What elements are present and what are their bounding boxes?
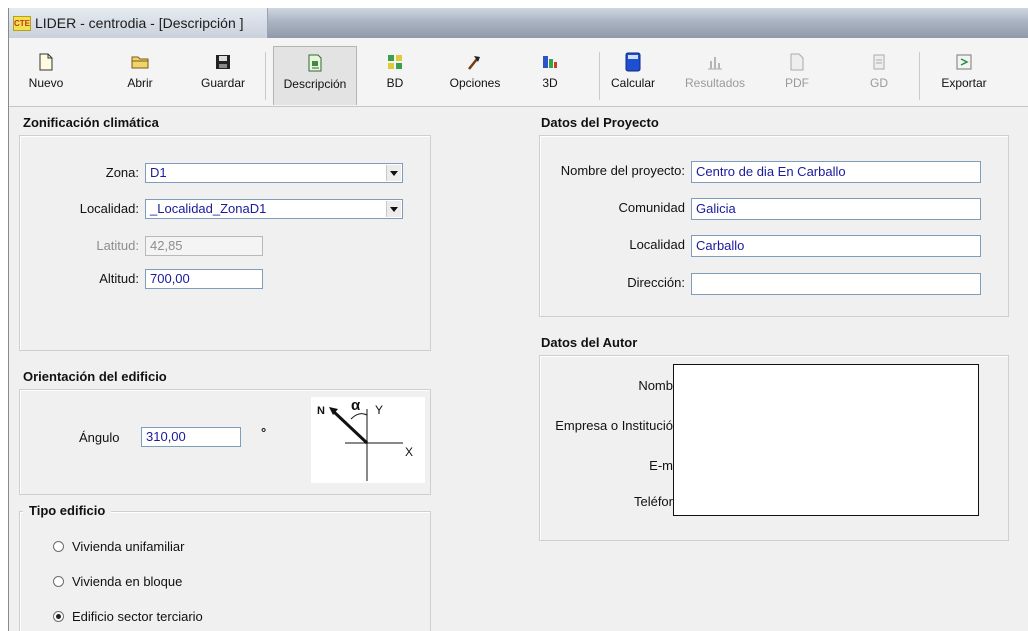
address-label: Dirección: — [627, 275, 685, 290]
calculate-button[interactable]: Calcular — [607, 50, 659, 102]
zone-value: D1 — [150, 165, 167, 180]
title-bar: CTE LIDER - centrodia - [Descripción ] — [9, 8, 1028, 38]
floppy-disk-icon — [195, 50, 251, 74]
description-form: Zonificación climática Zona: D1 Localida… — [9, 107, 1028, 631]
zone-select[interactable]: D1 — [145, 163, 403, 183]
database-label: BD — [386, 76, 404, 90]
altitude-field[interactable]: 700,00 — [145, 269, 263, 289]
orientation-diagram: N α Y X — [311, 397, 425, 483]
radio-button[interactable] — [53, 575, 64, 587]
results-chart-icon — [685, 50, 745, 74]
radio-label: Vivienda en bloque — [72, 573, 183, 589]
new-file-icon — [25, 50, 67, 74]
building-type-title: Tipo edificio — [23, 503, 112, 518]
results-button[interactable]: Resultados — [685, 50, 745, 102]
chevron-down-icon[interactable] — [386, 201, 401, 217]
toolbar-separator — [265, 52, 266, 100]
calculate-label: Calcular — [610, 76, 655, 90]
radio-label: Vivienda unifamiliar — [72, 538, 185, 554]
locality-value: _Localidad_ZonaD1 — [150, 201, 267, 216]
chevron-down-icon[interactable] — [386, 165, 401, 181]
alpha-label: α — [351, 397, 361, 414]
application-window: CTE LIDER - centrodia - [Descripción ] N… — [8, 8, 1028, 631]
open-button[interactable]: Abrir — [119, 50, 161, 102]
pdf-label: PDF — [785, 76, 809, 90]
orientation-title: Orientación del edificio — [23, 369, 167, 384]
project-name-field[interactable]: Centro de dia En Carballo — [691, 161, 981, 183]
radio-label: Edificio sector terciario — [72, 608, 203, 624]
toolbar-separator — [599, 52, 600, 100]
locality-label: Localidad: — [79, 201, 139, 216]
radio-apartment-block[interactable]: Vivienda en bloque — [53, 572, 182, 590]
community-field[interactable]: Galicia — [691, 198, 981, 220]
open-label: Abrir — [127, 76, 153, 90]
gd-label: GD — [870, 76, 888, 90]
window-title: LIDER - centrodia - [Descripción ] — [35, 15, 244, 31]
y-axis-label: Y — [375, 403, 384, 417]
gd-icon — [859, 50, 899, 74]
pdf-button[interactable]: PDF — [777, 50, 817, 102]
gd-button[interactable]: GD — [859, 50, 899, 102]
new-button[interactable]: Nuevo — [25, 50, 67, 102]
degree-unit: ° — [261, 425, 267, 440]
north-label: N — [317, 405, 325, 417]
export-icon — [933, 50, 995, 74]
description-label: Descripción — [283, 77, 347, 91]
project-locality-field[interactable]: Carballo — [691, 235, 981, 257]
address-field[interactable] — [691, 273, 981, 295]
pdf-icon — [777, 50, 817, 74]
redacted-area — [673, 364, 979, 516]
company-label: Empresa o Institució — [555, 418, 673, 433]
altitude-label: Altitud: — [99, 271, 139, 286]
project-name-label: Nombre del proyecto: — [560, 163, 685, 178]
latitude-label: Latitud: — [96, 238, 139, 253]
latitude-field: 42,85 — [145, 236, 263, 256]
3d-view-label: 3D — [542, 76, 558, 90]
climate-zoning-title: Zonificación climática — [23, 115, 159, 130]
author-data-title: Datos del Autor — [541, 335, 638, 350]
project-locality-label: Localidad — [629, 237, 685, 252]
description-icon — [274, 51, 356, 75]
community-label: Comunidad — [618, 200, 686, 215]
hammer-icon — [445, 50, 505, 74]
author-name-label: Nomb — [638, 378, 673, 393]
save-button[interactable]: Guardar — [195, 50, 251, 102]
phone-label: Teléfor — [633, 494, 673, 509]
new-label: Nuevo — [28, 76, 64, 90]
locality-select[interactable]: _Localidad_ZonaD1 — [145, 199, 403, 219]
radio-single-family[interactable]: Vivienda unifamiliar — [53, 537, 185, 555]
radio-tertiary-sector[interactable]: Edificio sector terciario — [53, 607, 203, 625]
project-data-title: Datos del Proyecto — [541, 115, 659, 130]
options-label: Opciones — [449, 76, 501, 90]
angle-label: Ángulo — [79, 430, 120, 445]
open-folder-icon — [119, 50, 161, 74]
3d-view-button[interactable]: 3D — [535, 50, 565, 102]
zone-label: Zona: — [105, 165, 139, 180]
export-button[interactable]: Exportar — [933, 50, 995, 102]
x-axis-label: X — [405, 445, 414, 459]
angle-field[interactable]: 310,00 — [141, 427, 241, 447]
3d-view-icon — [535, 50, 565, 74]
database-button[interactable]: BD — [375, 50, 415, 102]
main-toolbar: Nuevo Abrir Guardar Descripción BD Opcio… — [9, 38, 1028, 107]
email-label: E-m — [649, 458, 673, 473]
app-logo-icon: CTE — [13, 16, 31, 31]
radio-button[interactable] — [53, 540, 64, 552]
database-icon — [375, 50, 415, 74]
radio-button-selected[interactable] — [53, 610, 64, 622]
description-button[interactable]: Descripción — [273, 46, 357, 105]
results-label: Resultados — [685, 76, 746, 90]
calculator-icon — [607, 50, 659, 74]
export-label: Exportar — [941, 76, 987, 90]
options-button[interactable]: Opciones — [445, 50, 505, 102]
toolbar-separator — [919, 52, 920, 100]
save-label: Guardar — [200, 76, 246, 90]
